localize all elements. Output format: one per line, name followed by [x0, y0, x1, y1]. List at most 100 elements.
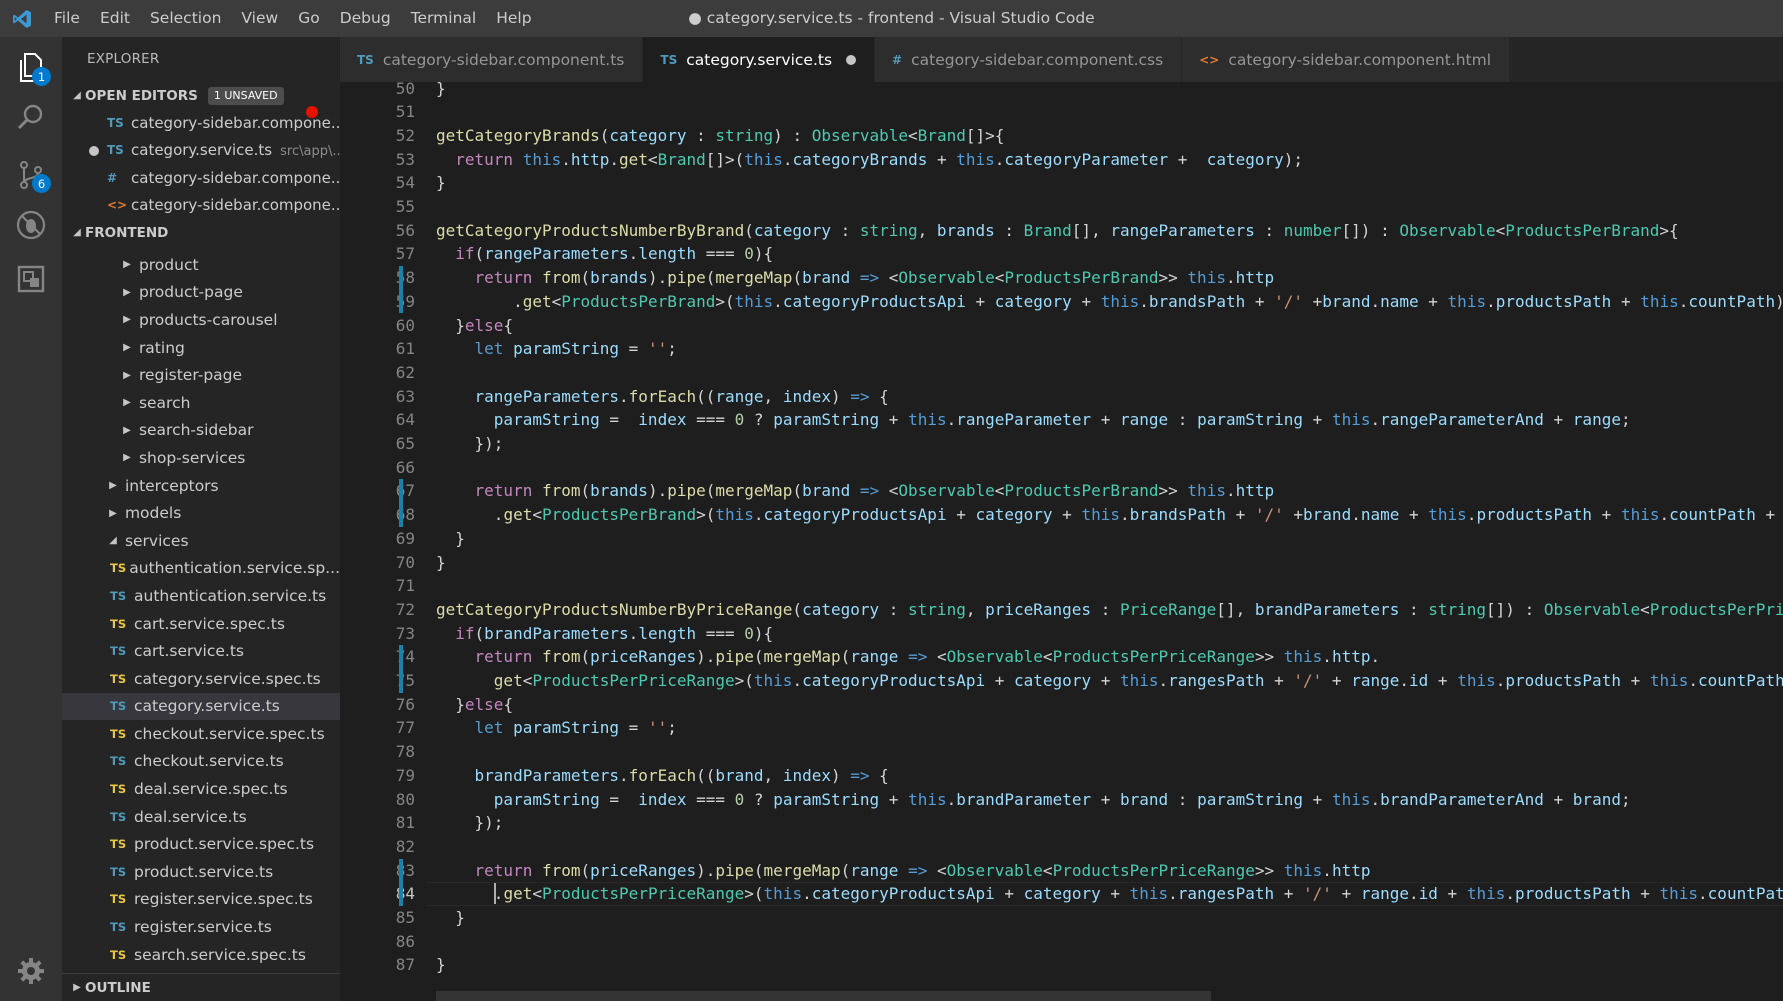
menu-item-go[interactable]: Go — [288, 0, 330, 37]
project-header[interactable]: ◢ FRONTEND — [62, 219, 340, 246]
code-token: + — [1331, 884, 1361, 904]
unsaved-dot-icon[interactable] — [846, 54, 857, 65]
extensions-icon[interactable] — [0, 248, 62, 310]
code-token: + — [927, 149, 957, 169]
menu-item-terminal[interactable]: Terminal — [401, 0, 487, 37]
tree-folder[interactable]: ▶ interceptors — [62, 472, 340, 500]
code-token: : — [1168, 789, 1198, 809]
open-editors-list: TS category-sidebar.compone... TS category.… — [62, 109, 340, 219]
menu-item-view[interactable]: View — [231, 0, 288, 37]
tree-file[interactable]: TS deal.service.ts — [62, 803, 340, 831]
tree-file[interactable]: TS authentication.service.ts — [62, 582, 340, 610]
tree-file[interactable]: TS checkout.service.ts — [62, 748, 340, 776]
code-token: string — [715, 125, 774, 145]
title-bar: File Edit Selection View Go Debug Terminal Help… — [0, 0, 1783, 37]
code-token: range — [1351, 671, 1400, 690]
tree-folder[interactable]: ▶ search-sidebar — [62, 417, 340, 445]
code-line: if(rangeParameters.length === 0){ — [436, 242, 773, 266]
tree-folder[interactable]: ▶ product — [62, 251, 340, 279]
tree-folder[interactable]: ▶ models — [62, 499, 340, 527]
tree-file[interactable]: TS cart.service.ts — [62, 637, 340, 665]
open-editor-item[interactable]: TS category.service.ts src\app\... — [62, 137, 340, 165]
line-number: 81 — [395, 813, 415, 833]
code-token: . — [1370, 410, 1381, 430]
code-token: brandParameters — [484, 623, 629, 643]
search-icon[interactable] — [0, 86, 62, 148]
tab-category-sidebar-component-ts[interactable]: TS category-sidebar.component.ts — [340, 37, 644, 82]
menu-item-debug[interactable]: Debug — [330, 0, 401, 37]
open-editors-header[interactable]: ◢ OPEN EDITORS 1 UNSAVED — [62, 82, 340, 109]
code-line: } — [436, 953, 446, 977]
code-token: from — [541, 860, 581, 880]
code-token: ProductsPerPriceRange — [1052, 860, 1255, 880]
tree-folder[interactable]: ▶ product-page — [62, 279, 340, 307]
open-editor-label: category.service.ts src\app\... — [131, 141, 340, 159]
code-editor[interactable]: 50} 51 52 getCategoryBrands(category : stri… — [340, 82, 1783, 1001]
menu-item-file[interactable]: File — [44, 0, 90, 37]
tree-file[interactable]: TS category.service.spec.ts — [62, 665, 340, 693]
menu-item-edit[interactable]: Edit — [90, 0, 140, 37]
tree-file[interactable]: TS authentication.service.sp... — [62, 555, 340, 583]
tree-file[interactable]: TS product.service.ts — [62, 858, 340, 886]
open-editor-item[interactable]: TS category-sidebar.compone... — [62, 109, 340, 137]
menu-item-selection[interactable]: Selection — [140, 0, 231, 37]
tree-item-label: register.service.spec.ts — [134, 890, 313, 909]
outline-header[interactable]: ▶ OUTLINE — [62, 974, 340, 1001]
chevron-right-icon: ▶ — [123, 397, 131, 409]
code-token: name — [1360, 505, 1400, 525]
tree-folder[interactable]: ▶ products-carousel — [62, 306, 340, 334]
settings-gear-icon[interactable] — [0, 941, 62, 1001]
tree-file[interactable]: TS register.service.spec.ts — [62, 886, 340, 914]
tree-folder[interactable]: ▶ rating — [62, 334, 340, 362]
code-line: paramString = index === 0 ? paramString … — [436, 788, 1631, 812]
tree-item-label: product.service.spec.ts — [134, 835, 315, 854]
code-token: + — [879, 410, 909, 430]
code-token: get — [503, 884, 533, 904]
open-editor-item[interactable]: # category-sidebar.compone... — [62, 164, 340, 192]
code-token: }); — [436, 434, 504, 453]
code-token: categoryBrands — [792, 149, 928, 169]
code-token: range — [850, 647, 899, 667]
chevron-down-icon: ◢ — [73, 227, 81, 238]
code-token: 0 — [734, 410, 745, 430]
code-token: countPath — [1669, 505, 1756, 525]
explorer-badge: 1 — [32, 67, 51, 86]
open-editor-item[interactable]: <> category-sidebar.compone... — [62, 192, 340, 220]
tab-category-service-ts[interactable]: TS category.service.ts — [643, 37, 876, 82]
line-number: 80 — [395, 789, 415, 809]
code-token: brandParameterAnd — [1380, 789, 1544, 809]
tree-folder[interactable]: ▶ register-page — [62, 361, 340, 389]
line-number: 87 — [395, 955, 415, 975]
code-token: : — [879, 599, 909, 619]
tree-file[interactable]: TS deal.service.spec.ts — [62, 775, 340, 803]
code-token: Observable — [1399, 220, 1496, 240]
code-token: ProductsPerBrand — [1004, 268, 1159, 288]
code-token: brands — [936, 220, 995, 240]
tab-category-sidebar-component-html[interactable]: <> category-sidebar.component.html — [1182, 37, 1511, 82]
menu-item-help[interactable]: Help — [486, 0, 541, 37]
tree-file[interactable]: TS checkout.service.spec.ts — [62, 720, 340, 748]
tab-category-sidebar-component-css[interactable]: # category-sidebar.component.css — [875, 37, 1183, 82]
code-token: ) — [1775, 292, 1783, 311]
code-token: paramString — [773, 789, 880, 809]
horizontal-scrollbar[interactable] — [436, 991, 1211, 1001]
chevron-right-icon: ▶ — [123, 314, 131, 326]
tree-file[interactable]: TS register.service.ts — [62, 913, 340, 941]
code-token: . — [1505, 884, 1515, 904]
code-token: this — [744, 149, 783, 169]
unsaved-badge: 1 UNSAVED — [207, 86, 284, 105]
debug-icon[interactable] — [0, 194, 62, 256]
tree-file[interactable]: TS search.service.spec.ts — [62, 941, 340, 969]
line-number: 61 — [395, 339, 415, 359]
code-token: . — [946, 789, 957, 809]
tree-file[interactable]: TS product.service.spec.ts — [62, 830, 340, 858]
tree-folder[interactable]: ▶ search — [62, 389, 340, 417]
code-token: . — [1168, 884, 1178, 904]
tree-file[interactable]: TS cart.service.spec.ts — [62, 610, 340, 638]
tree-folder[interactable]: ◢ services — [62, 527, 340, 555]
code-token: this — [715, 505, 754, 525]
tree-folder[interactable]: ▶ shop-services — [62, 444, 340, 472]
tree-file[interactable]: TS category.service.ts — [62, 692, 340, 721]
